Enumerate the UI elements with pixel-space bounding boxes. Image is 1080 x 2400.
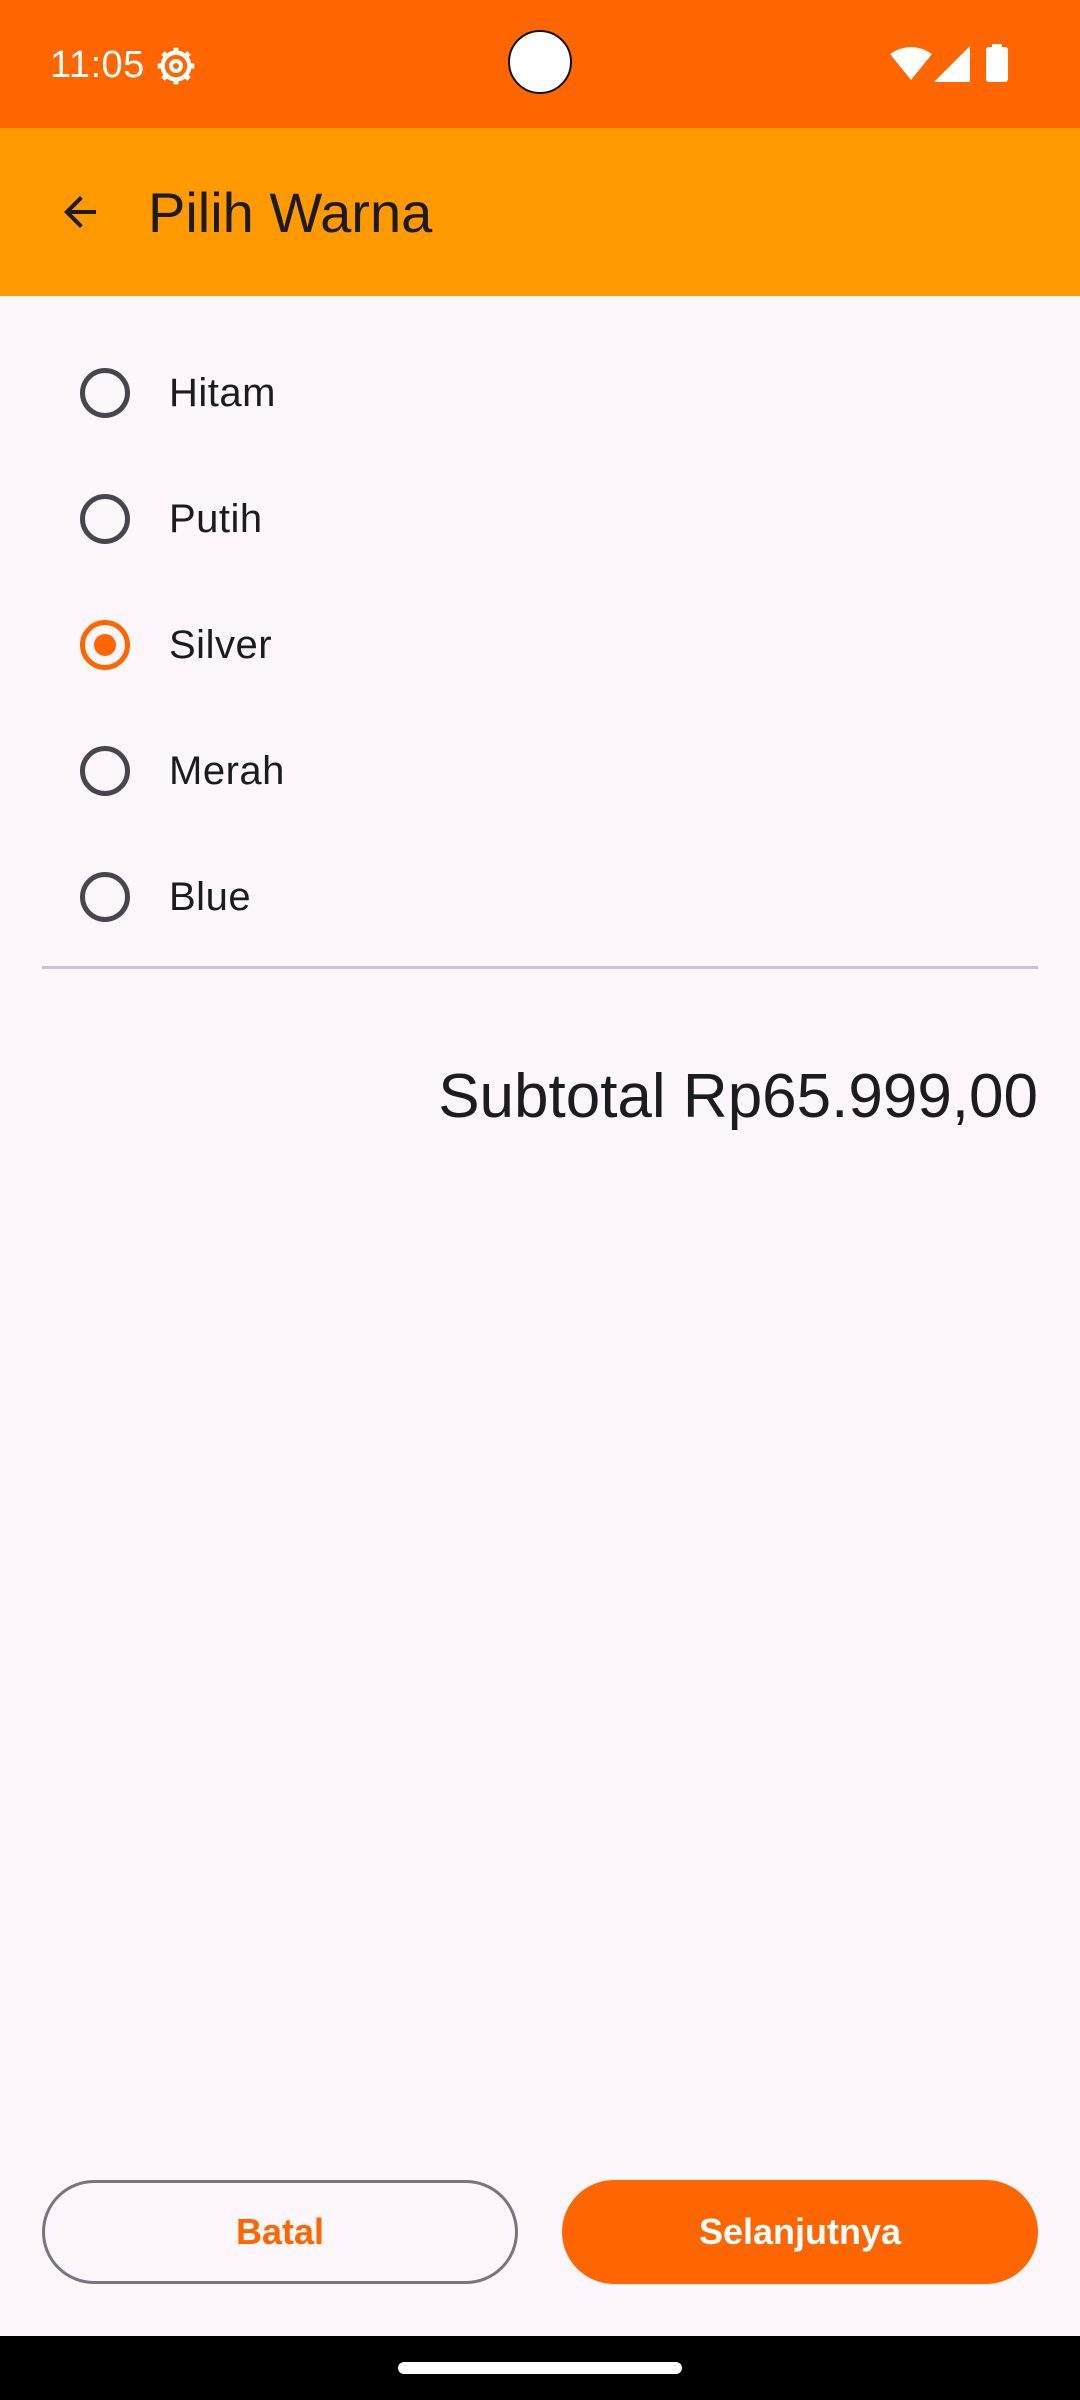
arrow-back-icon	[64, 196, 96, 228]
radio-option-silver[interactable]: Silver	[0, 592, 1080, 718]
radio-button-icon[interactable]	[80, 872, 130, 922]
app-bar: Pilih Warna	[0, 128, 1080, 296]
wifi-icon	[890, 47, 932, 80]
radio-button-icon[interactable]	[80, 494, 130, 544]
navigation-bar	[0, 2336, 1080, 2400]
signal-icon	[934, 46, 970, 82]
radio-button-icon[interactable]	[80, 368, 130, 418]
color-radio-group: Hitam Putih Silver Merah Blue	[0, 340, 1080, 970]
settings-icon	[157, 47, 195, 85]
radio-label: Merah	[169, 749, 285, 793]
camera-cutout	[508, 30, 572, 94]
cancel-button[interactable]: Batal	[42, 2180, 518, 2284]
back-button[interactable]	[34, 166, 126, 258]
divider	[42, 966, 1038, 969]
radio-label: Hitam	[169, 371, 276, 415]
radio-option-merah[interactable]: Merah	[0, 718, 1080, 844]
subtotal-text: Subtotal Rp65.999,00	[438, 1062, 1038, 1131]
radio-option-blue[interactable]: Blue	[0, 844, 1080, 970]
radio-option-putih[interactable]: Putih	[0, 466, 1080, 592]
radio-button-icon[interactable]	[80, 746, 130, 796]
radio-label: Silver	[169, 623, 273, 667]
radio-option-hitam[interactable]: Hitam	[0, 340, 1080, 466]
home-gesture-handle[interactable]	[398, 2362, 682, 2374]
next-button[interactable]: Selanjutnya	[562, 2180, 1038, 2284]
battery-icon	[986, 44, 1008, 82]
status-bar: 11:05	[0, 0, 1080, 128]
radio-label: Blue	[169, 875, 252, 919]
radio-label: Putih	[169, 497, 263, 541]
radio-button-selected-icon[interactable]	[80, 620, 130, 670]
page-title: Pilih Warna	[148, 181, 433, 244]
status-time: 11:05	[50, 44, 145, 86]
radio-dot	[94, 634, 116, 656]
